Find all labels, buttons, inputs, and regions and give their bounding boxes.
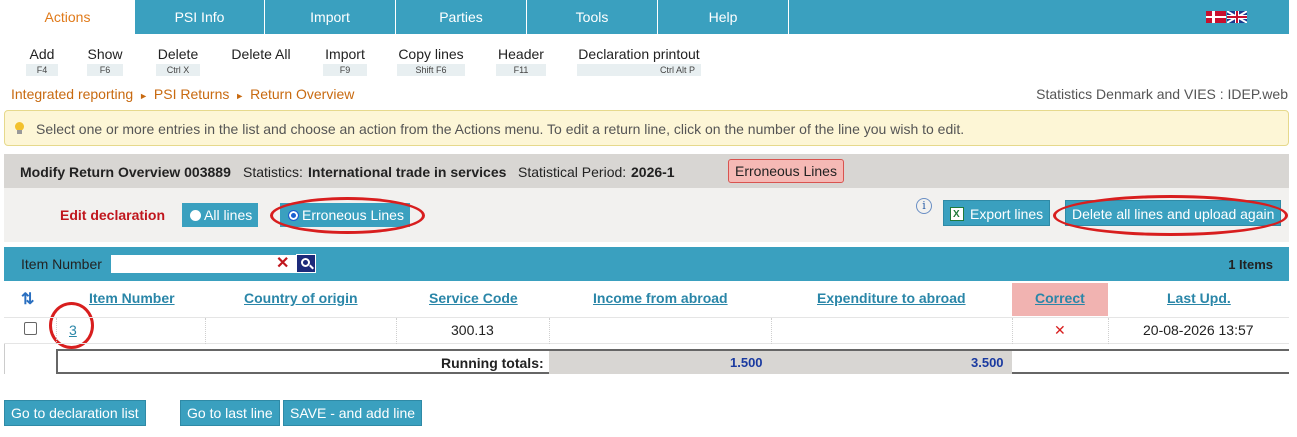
- tab-import[interactable]: Import: [265, 0, 396, 34]
- edit-declaration-panel: Edit declaration All lines Erroneous Lin…: [4, 188, 1289, 242]
- declaration-printout-shortcut: Ctrl Alt P: [577, 64, 701, 76]
- column-header-service-code[interactable]: Service Code: [429, 290, 518, 306]
- service-code-cell: 300.13: [451, 322, 494, 338]
- show-label: Show: [87, 46, 123, 62]
- period-label: Statistical Period:: [518, 164, 627, 180]
- last-updated-cell: 20-08-2026 13:57: [1143, 322, 1254, 338]
- column-header-expenditure-to-abroad[interactable]: Expenditure to abroad: [817, 290, 966, 306]
- column-header-item-number[interactable]: Item Number: [89, 290, 175, 306]
- refresh-icon[interactable]: ⇅: [21, 289, 34, 309]
- delete-all-shortcut: [230, 64, 292, 76]
- site-name: Statistics Denmark and VIES : IDEP.web: [1036, 86, 1288, 102]
- import-button[interactable]: Import F9: [323, 46, 367, 76]
- column-header-last-upd[interactable]: Last Upd.: [1167, 290, 1231, 306]
- tab-actions[interactable]: Actions: [0, 0, 135, 34]
- row-select-checkbox[interactable]: [24, 322, 37, 335]
- go-to-last-line-button[interactable]: Go to last line: [180, 400, 280, 426]
- statistics-label: Statistics:: [243, 164, 303, 180]
- import-shortcut: F9: [323, 64, 367, 76]
- delete-all-label: Delete All: [231, 46, 291, 62]
- header-label: Header: [498, 46, 544, 62]
- erroneous-lines-badge: Erroneous Lines: [728, 159, 844, 183]
- add-shortcut: F4: [26, 64, 58, 76]
- table-row: [4, 317, 1289, 344]
- copy-lines-shortcut: Shift F6: [397, 64, 465, 76]
- copy-lines-label: Copy lines: [398, 46, 464, 62]
- search-bar: Item Number ✕ 1 Items: [4, 247, 1289, 281]
- info-icon[interactable]: i: [916, 198, 932, 214]
- copy-lines-button[interactable]: Copy lines Shift F6: [397, 46, 465, 76]
- totals-values-background: [549, 351, 1012, 374]
- breadcrumb-psi-returns[interactable]: PSI Returns: [154, 86, 229, 102]
- info-message-text: Select one or more entries in the list a…: [36, 121, 965, 137]
- delete-all-and-upload-button[interactable]: Delete all lines and upload again: [1065, 200, 1282, 226]
- radio-checked-icon: [288, 210, 299, 221]
- delete-label: Delete: [157, 46, 199, 62]
- return-header: Modify Return Overview 003889 Statistics…: [4, 154, 1289, 188]
- excel-icon: [950, 202, 964, 228]
- save-and-add-line-button[interactable]: SAVE - and add line: [283, 400, 423, 426]
- erroneous-lines-label: Erroneous Lines: [302, 207, 404, 223]
- period-value: 2026-1: [631, 164, 675, 180]
- info-message-box: Select one or more entries in the list a…: [4, 110, 1289, 146]
- import-label: Import: [325, 46, 365, 62]
- radio-unchecked-icon: [190, 210, 201, 221]
- total-expenditure: 3.500: [971, 355, 1004, 370]
- declaration-printout-button[interactable]: Declaration printout Ctrl Alt P: [577, 46, 701, 76]
- clear-search-icon[interactable]: ✕: [276, 253, 289, 273]
- header-shortcut: F11: [496, 64, 546, 76]
- show-button[interactable]: Show F6: [87, 46, 123, 76]
- item-number-search-input[interactable]: [111, 255, 297, 273]
- header-button[interactable]: Header F11: [496, 46, 546, 76]
- breadcrumb-separator-icon: ►: [235, 91, 245, 101]
- incorrect-icon: ✕: [1054, 322, 1066, 338]
- danish-flag-icon[interactable]: [1206, 11, 1226, 23]
- tab-help[interactable]: Help: [658, 0, 789, 34]
- go-to-declaration-list-button[interactable]: Go to declaration list: [4, 400, 146, 426]
- export-lines-button[interactable]: Export lines: [943, 200, 1051, 228]
- tab-tools[interactable]: Tools: [527, 0, 658, 34]
- items-count: 1 Items: [1228, 257, 1273, 272]
- add-label: Add: [29, 46, 55, 62]
- delete-all-button[interactable]: Delete All: [230, 46, 292, 76]
- search-button[interactable]: [296, 254, 316, 273]
- delete-button[interactable]: Delete Ctrl X: [156, 46, 200, 76]
- english-flag-icon[interactable]: [1227, 11, 1247, 23]
- erroneous-lines-radio[interactable]: Erroneous Lines: [280, 203, 410, 227]
- show-shortcut: F6: [87, 64, 123, 76]
- breadcrumb-separator-icon: ►: [139, 91, 149, 101]
- breadcrumb-return-overview[interactable]: Return Overview: [250, 86, 354, 102]
- lightbulb-icon: [15, 122, 24, 134]
- action-toolbar: Add F4 Show F6 Delete Ctrl X Delete All …: [0, 34, 1289, 78]
- tab-parties[interactable]: Parties: [396, 0, 527, 34]
- column-header-country-of-origin[interactable]: Country of origin: [244, 290, 358, 306]
- menu-bar: Actions PSI Info Import Parties Tools He…: [0, 0, 1297, 34]
- tab-psi-info[interactable]: PSI Info: [135, 0, 265, 34]
- delete-shortcut: Ctrl X: [156, 64, 200, 76]
- declaration-printout-label: Declaration printout: [578, 46, 700, 62]
- breadcrumb-integrated-reporting[interactable]: Integrated reporting: [11, 86, 133, 102]
- column-header-income-from-abroad[interactable]: Income from abroad: [593, 290, 728, 306]
- language-flags: [1206, 11, 1248, 23]
- column-header-correct[interactable]: Correct: [1035, 290, 1085, 306]
- all-lines-radio[interactable]: All lines: [182, 203, 259, 227]
- add-button[interactable]: Add F4: [26, 46, 58, 76]
- statistics-value: International trade in services: [308, 164, 507, 180]
- all-lines-label: All lines: [204, 207, 253, 223]
- page-title: Modify Return Overview 003889: [20, 164, 231, 180]
- running-totals-label: Running totals:: [441, 355, 544, 371]
- edit-declaration-label: Edit declaration: [60, 207, 166, 223]
- item-number-link[interactable]: 3: [69, 322, 77, 338]
- item-number-label: Item Number: [21, 256, 102, 272]
- breadcrumb: Integrated reporting ► PSI Returns ► Ret…: [11, 86, 354, 102]
- export-lines-label: Export lines: [970, 206, 1044, 222]
- total-income: 1.500: [730, 355, 763, 370]
- delete-all-and-upload-label: Delete all lines and upload again: [1072, 206, 1275, 222]
